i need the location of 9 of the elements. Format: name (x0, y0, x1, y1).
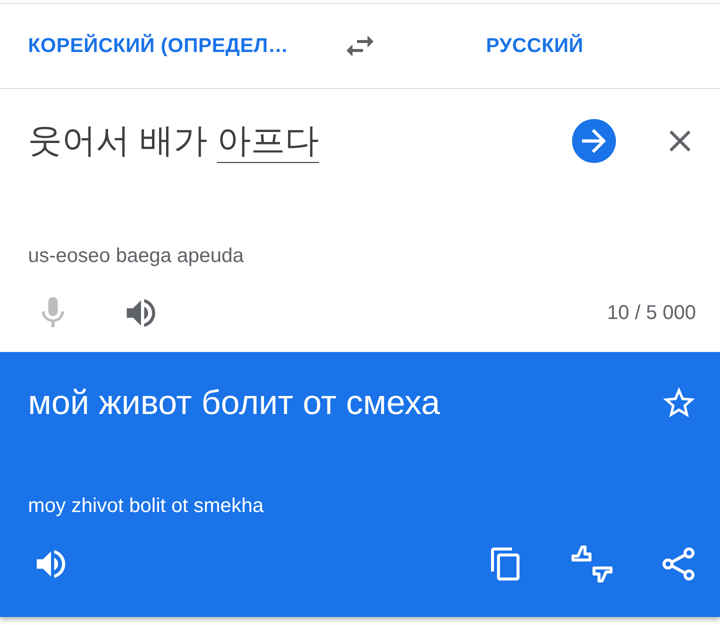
translation-text: мой живот болит от смеха (28, 384, 442, 423)
target-language-button[interactable]: РУССКИЙ (486, 34, 584, 58)
character-count: 10 / 5 000 (607, 302, 696, 324)
thumbs-icon[interactable] (570, 544, 614, 584)
translate-button[interactable] (572, 119, 616, 163)
transliteration-text: us-eoseo baega apeuda (28, 245, 244, 268)
source-text-field[interactable]: 웃어서 배가 아프다 (28, 118, 572, 164)
translation-transliteration: moy zhivot bolit ot smekha (28, 495, 264, 518)
source-language-button[interactable]: КОРЕЙСКИЙ (ОПРЕДЕЛ… (28, 34, 288, 56)
